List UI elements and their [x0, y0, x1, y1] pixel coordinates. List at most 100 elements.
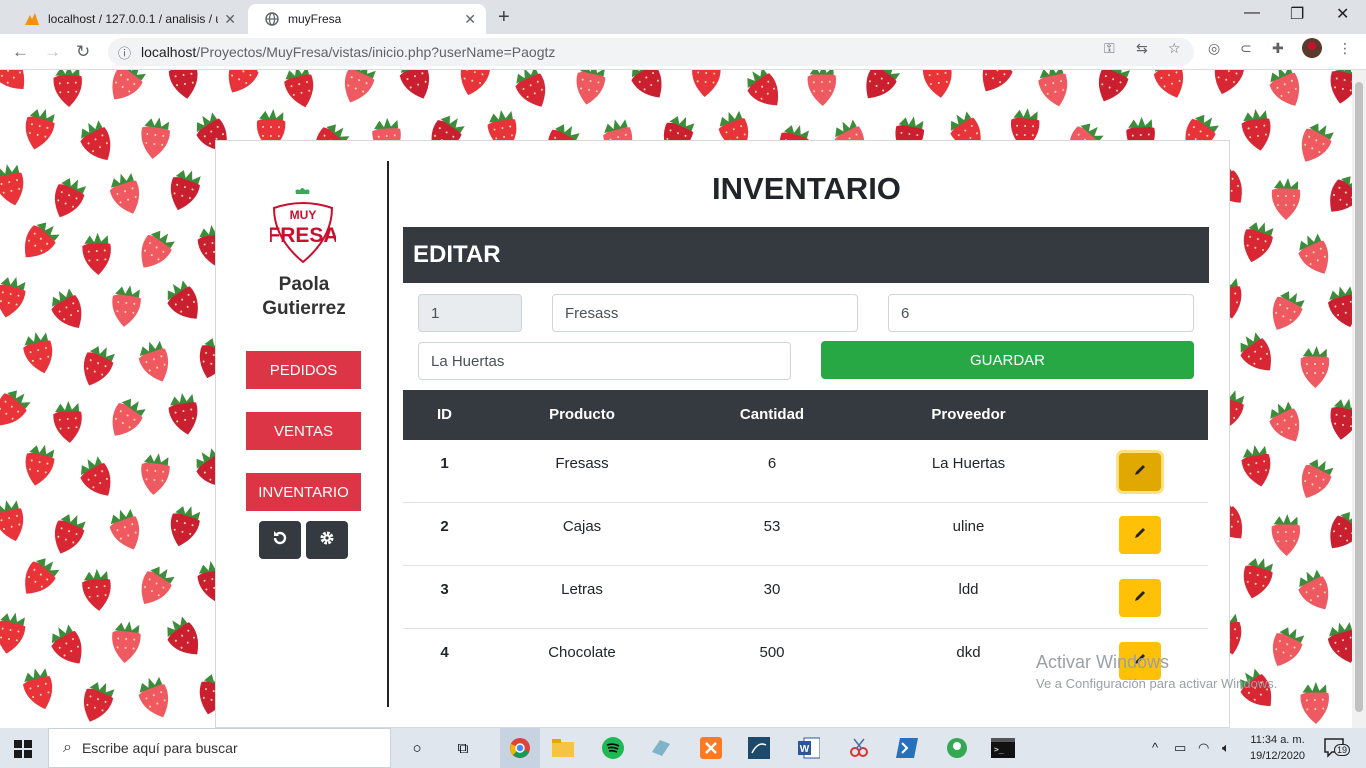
restore-icon[interactable]: ❐ — [1290, 4, 1304, 24]
id-field[interactable]: 1 — [418, 294, 522, 332]
strawberry-decoration — [1330, 398, 1352, 440]
cell-proveedor: uline — [952, 518, 985, 535]
table-row: 3 Letras 30 ldd — [403, 566, 1208, 629]
windows-taskbar: ⌕ Escribe aquí para buscar ○ ⧉ W >_ ^ ▭ … — [0, 728, 1366, 768]
strawberry-decoration — [0, 276, 26, 318]
strawberry-decoration — [53, 400, 82, 443]
strawberry-decoration — [80, 456, 111, 496]
settings-button[interactable] — [306, 521, 348, 559]
strawberry-decoration — [922, 70, 952, 98]
app-icon[interactable] — [648, 736, 674, 760]
powershell-icon[interactable] — [894, 736, 920, 760]
window-close-icon[interactable]: ✕ — [1336, 4, 1349, 24]
edit-button[interactable] — [1119, 579, 1161, 617]
clock-date: 19/12/2020 — [1250, 750, 1306, 762]
sidebar: MUY FRESA Paola Gutierrez PEDIDOS VENTAS… — [216, 141, 388, 729]
ventas-button[interactable]: VENTAS — [246, 412, 361, 450]
supplier-field[interactable]: La Huertas — [418, 342, 791, 380]
product-field[interactable]: Fresass — [552, 294, 858, 332]
task-view-icon[interactable]: ⧉ — [450, 736, 476, 760]
tab-phpmyadmin[interactable]: localhost / 127.0.0.1 / analisis / u ✕ — [8, 4, 246, 34]
strawberry-decoration — [170, 170, 201, 211]
edit-button[interactable] — [1119, 516, 1161, 554]
maps-icon[interactable] — [944, 736, 970, 760]
search-icon: ⌕ — [63, 739, 72, 756]
strawberry-decoration — [399, 70, 430, 99]
battery-icon[interactable]: ▭ — [1174, 740, 1186, 756]
inventario-button[interactable]: INVENTARIO — [246, 473, 361, 511]
translate-icon[interactable]: ⇆ — [1136, 40, 1148, 57]
strawberry-decoration — [807, 70, 837, 106]
minimize-icon[interactable]: — — [1244, 4, 1260, 22]
strawberry-decoration — [167, 616, 199, 655]
strawberry-decoration — [0, 500, 24, 542]
strawberry-decoration — [141, 117, 170, 159]
extension-icon[interactable]: ⊂ — [1240, 40, 1252, 57]
chevron-up-icon[interactable]: ^ — [1152, 740, 1158, 755]
strawberry-decoration — [1243, 558, 1273, 599]
strawberry-decoration — [167, 280, 198, 319]
edit-button[interactable] — [1119, 453, 1161, 491]
forward-icon[interactable]: → — [44, 42, 61, 62]
star-icon[interactable]: ☆ — [1168, 40, 1181, 57]
strawberry-decoration — [82, 568, 111, 611]
user-last-name: Gutierrez — [262, 298, 346, 319]
strawberry-decoration — [1330, 176, 1352, 212]
strawberry-decoration — [54, 514, 86, 554]
taskbar-search[interactable]: ⌕ Escribe aquí para buscar — [48, 728, 391, 768]
avatar[interactable] — [1302, 38, 1322, 61]
pedidos-button[interactable]: PEDIDOS — [246, 351, 361, 389]
strawberry-decoration — [1301, 459, 1334, 499]
word-icon[interactable]: W — [796, 736, 822, 760]
strawberry-decoration — [1271, 178, 1301, 220]
snipping-tool-icon[interactable] — [846, 736, 872, 760]
chrome-icon[interactable] — [500, 728, 540, 768]
close-icon[interactable]: ✕ — [464, 11, 476, 28]
strawberry-decoration — [982, 70, 1016, 92]
reload-icon[interactable]: ↻ — [76, 42, 90, 62]
page-title: INVENTARIO — [712, 171, 901, 206]
quantity-field[interactable]: 6 — [888, 294, 1194, 332]
strawberry-decoration — [112, 398, 146, 436]
extension-icon[interactable]: ◎ — [1208, 40, 1220, 57]
strawberry-decoration — [1343, 333, 1352, 394]
cortana-icon[interactable]: ○ — [404, 736, 430, 760]
menu-icon[interactable]: ⋮ — [1338, 40, 1352, 57]
puzzle-icon[interactable]: ✚ — [1272, 40, 1284, 57]
xampp-icon[interactable] — [698, 736, 724, 760]
browser-toolbar: ← → ↻ ⓘ localhost/Proyectos/MuyFresa/vis… — [0, 34, 1366, 70]
volume-icon[interactable]: 🔈︎ — [1222, 740, 1230, 756]
file-explorer-icon[interactable] — [550, 736, 576, 760]
mysql-workbench-icon[interactable] — [746, 736, 772, 760]
address-bar[interactable]: ⓘ localhost/Proyectos/MuyFresa/vistas/in… — [108, 38, 1194, 66]
windows-start-icon[interactable] — [14, 740, 32, 763]
strawberry-decoration — [170, 506, 201, 547]
key-icon[interactable]: ⚿ — [1104, 40, 1115, 57]
pencil-icon — [1133, 526, 1147, 544]
gear-icon — [319, 530, 335, 551]
strawberry-decoration — [344, 70, 376, 103]
windows-activation-watermark: Activar Windows Ve a Configuración para … — [1036, 652, 1277, 691]
info-icon[interactable]: ⓘ — [118, 43, 131, 62]
header-producto: Producto — [549, 406, 615, 423]
tab-muyfresa[interactable]: muyFresa ✕ — [248, 4, 486, 34]
scrollbar-thumb[interactable] — [1355, 82, 1363, 712]
save-button[interactable]: GUARDAR — [821, 341, 1194, 379]
notification-center-icon[interactable]: 19 — [1324, 738, 1351, 758]
spotify-icon[interactable] — [600, 736, 626, 760]
back-icon[interactable]: ← — [12, 42, 29, 62]
wifi-icon[interactable]: ◠ — [1198, 740, 1209, 756]
main-content: INVENTARIO EDITAR 1 Fresass 6 La Huertas… — [403, 141, 1210, 729]
logout-button[interactable] — [259, 521, 301, 559]
strawberry-decoration — [168, 393, 198, 435]
strawberry-decoration — [631, 70, 662, 98]
close-icon[interactable]: ✕ — [224, 11, 236, 28]
terminal-icon[interactable]: >_ — [990, 736, 1016, 760]
undo-icon — [272, 530, 288, 551]
clock[interactable]: 11:34 a. m. 19/12/2020 — [1250, 732, 1305, 764]
search-placeholder: Escribe aquí para buscar — [81, 740, 238, 756]
strawberry-decoration — [1301, 123, 1334, 162]
scrollbar[interactable] — [1352, 70, 1366, 728]
cell-producto: Cajas — [562, 518, 602, 535]
new-tab-icon[interactable]: + — [498, 6, 510, 29]
